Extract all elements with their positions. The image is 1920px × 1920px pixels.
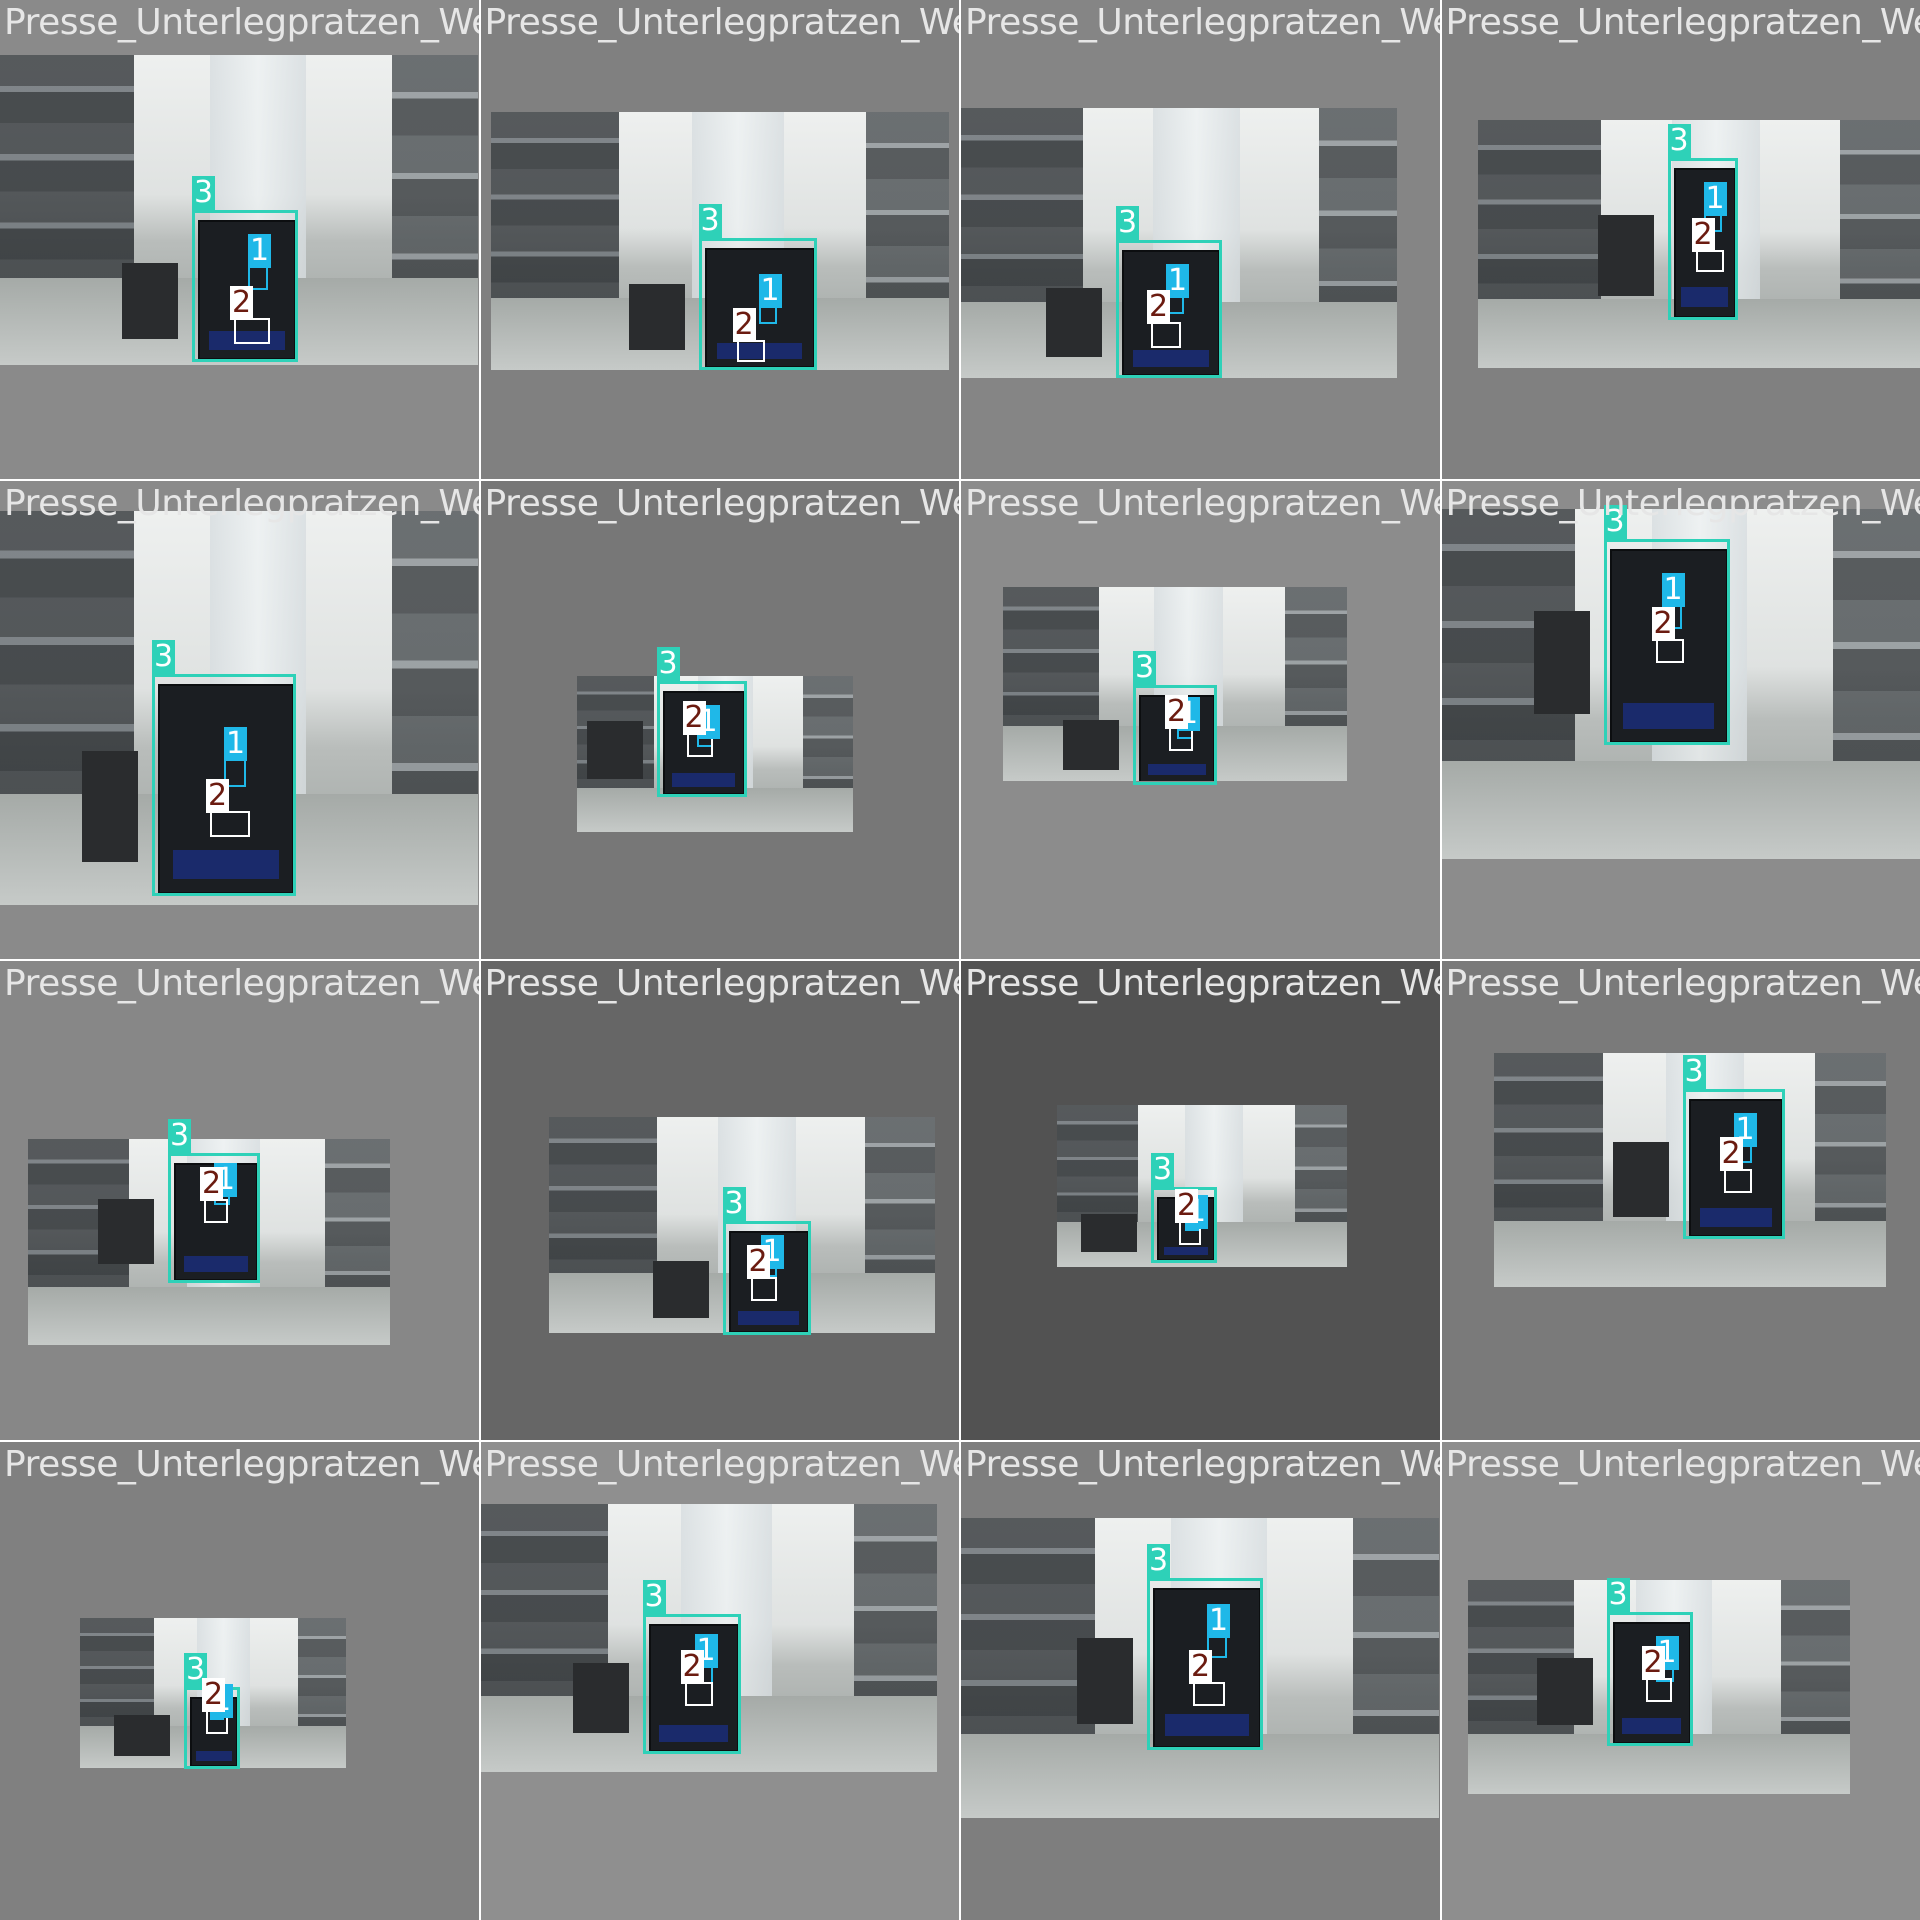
- tile-caption: Presse_Unterlegpratzen_Werkstueck_Presse: [1445, 1443, 1920, 1485]
- pad-label: 1: [224, 725, 248, 761]
- tile-caption: Presse_Unterlegpratzen_Werkstueck_Presse: [4, 482, 479, 524]
- tile-caption: Presse_Unterlegpratzen_Werkstueck_Presse: [965, 963, 1440, 1004]
- mosaic-tile[interactable]: Presse_Unterlegpratzen_Werkstueck_Presse…: [480, 961, 960, 1440]
- tile-caption: Presse_Unterlegpratzen_Werkstueck_Presse: [484, 1443, 960, 1485]
- workpiece-bounding-box[interactable]: [204, 1199, 228, 1223]
- mosaic-tile[interactable]: Presse_Unterlegpratzen_Werkstueck_Presse…: [961, 0, 1440, 479]
- mosaic-grid: Presse_Unterlegpratzen_Werkstueck_Presse…: [0, 0, 1920, 1920]
- press-label: 3: [642, 1578, 666, 1614]
- workpiece-label: 2: [1165, 693, 1189, 729]
- press-label: 3: [192, 175, 216, 210]
- mosaic-tile[interactable]: Presse_Unterlegpratzen_Werkstueck_Presse…: [1441, 961, 1920, 1440]
- workpiece-label: 2: [682, 699, 706, 735]
- trash-bin: [1597, 214, 1654, 296]
- workpiece-bounding-box[interactable]: [1151, 322, 1181, 348]
- mosaic-tile[interactable]: Presse_Unterlegpratzen_Werkstueck_Presse…: [961, 961, 1440, 1440]
- press-label: 3: [1147, 1542, 1171, 1578]
- tile-caption: Presse_Unterlegpratzen_Werkstueck_Presse: [1445, 2, 1920, 43]
- tile-caption: Presse_Unterlegpratzen_Werkstueck_Presse: [965, 1443, 1440, 1485]
- tile-caption: Presse_Unterlegpratzen_Werkstueck_Presse: [484, 963, 960, 1004]
- workpiece-label: 2: [230, 285, 254, 320]
- tile-caption: Presse_Unterlegpratzen_Werkstueck_Presse: [965, 482, 1440, 524]
- workpiece-label: 2: [1691, 217, 1715, 252]
- mosaic-tile[interactable]: Presse_Unterlegpratzen_Werkstueck_Presse…: [480, 480, 960, 959]
- press-label: 3: [722, 1186, 746, 1221]
- workpiece-bounding-box[interactable]: [1723, 1169, 1752, 1193]
- press-label: 3: [1667, 123, 1691, 158]
- pad-label: 1: [248, 233, 272, 268]
- workpiece-label: 2: [732, 307, 756, 342]
- mosaic-tile[interactable]: Presse_Unterlegpratzen_Werkstueck_Presse…: [0, 1441, 479, 1920]
- pad-label: 1: [758, 273, 782, 308]
- trash-bin: [628, 284, 685, 351]
- pad-label: 1: [1207, 1602, 1231, 1638]
- trash-bin: [586, 721, 643, 780]
- trash-bin: [652, 1260, 709, 1318]
- mosaic-tile[interactable]: Presse_Unterlegpratzen_Werkstueck_Presse…: [961, 480, 1440, 959]
- trash-bin: [114, 1715, 170, 1757]
- trash-bin: [122, 263, 178, 340]
- trash-bin: [98, 1198, 154, 1264]
- mosaic-tile[interactable]: Presse_Unterlegpratzen_Werkstueck_Presse…: [1441, 480, 1920, 959]
- tile-caption: Presse_Unterlegpratzen_Werkstueck_Presse: [484, 2, 960, 43]
- pad-label: 1: [1661, 571, 1685, 607]
- workpiece-label: 2: [1719, 1136, 1743, 1171]
- workpiece-bounding-box[interactable]: [1193, 1681, 1225, 1706]
- trash-bin: [1046, 288, 1102, 358]
- press-label: 3: [1116, 205, 1140, 240]
- trash-bin: [82, 751, 138, 863]
- workpiece-label: 2: [680, 1648, 704, 1684]
- press-label: 3: [1606, 1576, 1630, 1612]
- workpiece-bounding-box[interactable]: [210, 810, 250, 837]
- press-label: 3: [1151, 1152, 1175, 1187]
- workpiece-bounding-box[interactable]: [736, 340, 765, 362]
- trash-bin: [1081, 1213, 1137, 1252]
- workpiece-label: 2: [200, 1166, 224, 1201]
- tile-caption: Presse_Unterlegpratzen_Werkstueck_Presse: [4, 963, 479, 1004]
- mosaic-tile[interactable]: Presse_Unterlegpratzen_Werkstueck_Presse…: [1441, 0, 1920, 479]
- tile-caption: Presse_Unterlegpratzen_Werkstueck_Presse: [965, 2, 1440, 43]
- floor: [1441, 760, 1920, 859]
- mosaic-tile[interactable]: Presse_Unterlegpratzen_Werkstueck_Presse…: [0, 480, 479, 959]
- press-label: 3: [152, 638, 176, 674]
- workpiece-label: 2: [1175, 1188, 1199, 1223]
- workpiece-label: 2: [1189, 1648, 1213, 1684]
- workpiece-label: 2: [1147, 289, 1171, 324]
- workpiece-label: 2: [206, 777, 230, 813]
- tile-caption: Presse_Unterlegpratzen_Werkstueck_Presse: [1445, 963, 1920, 1004]
- floor: [28, 1287, 390, 1345]
- workpiece-bounding-box[interactable]: [1655, 638, 1684, 663]
- tile-caption: Presse_Unterlegpratzen_Werkstueck_Presse: [4, 1443, 479, 1485]
- workpiece-bounding-box[interactable]: [1645, 1677, 1672, 1702]
- tile-caption: Presse_Unterlegpratzen_Werkstueck_Presse: [484, 482, 960, 524]
- trash-bin: [1533, 610, 1590, 714]
- trash-bin: [1612, 1141, 1669, 1217]
- press-label: 3: [1682, 1054, 1706, 1089]
- mosaic-tile[interactable]: Presse_Unterlegpratzen_Werkstueck_Presse…: [480, 0, 960, 479]
- trash-bin: [1536, 1658, 1593, 1726]
- press-label: 3: [656, 645, 680, 681]
- press-label: 3: [698, 203, 722, 238]
- mosaic-tile[interactable]: Presse_Unterlegpratzen_Werkstueck_Presse…: [0, 961, 479, 1440]
- workpiece-bounding-box[interactable]: [1695, 250, 1724, 272]
- workpiece-bounding-box[interactable]: [234, 318, 270, 344]
- workpiece-label: 2: [1651, 605, 1675, 641]
- pad-label: 1: [1703, 181, 1727, 216]
- mosaic-tile[interactable]: Presse_Unterlegpratzen_Werkstueck_Presse…: [1441, 1441, 1920, 1920]
- mosaic-tile[interactable]: Presse_Unterlegpratzen_Werkstueck_Presse…: [961, 1441, 1440, 1920]
- trash-bin: [1063, 719, 1119, 770]
- tile-caption: Presse_Unterlegpratzen_Werkstueck_Presse: [1445, 482, 1920, 524]
- press-label: 3: [168, 1118, 192, 1153]
- mosaic-tile[interactable]: Presse_Unterlegpratzen_Werkstueck_Presse…: [0, 0, 479, 479]
- tile-caption: Presse_Unterlegpratzen_Werkstueck_Presse: [4, 2, 479, 43]
- trash-bin: [1077, 1637, 1133, 1724]
- workpiece-label: 2: [746, 1244, 770, 1279]
- workpiece-label: 2: [202, 1676, 226, 1712]
- trash-bin: [572, 1662, 629, 1733]
- workpiece-label: 2: [1641, 1644, 1665, 1680]
- mosaic-tile[interactable]: Presse_Unterlegpratzen_Werkstueck_Presse…: [480, 1441, 960, 1920]
- workpiece-bounding-box[interactable]: [750, 1277, 777, 1301]
- press-label: 3: [1133, 649, 1157, 685]
- workpiece-bounding-box[interactable]: [684, 1681, 713, 1706]
